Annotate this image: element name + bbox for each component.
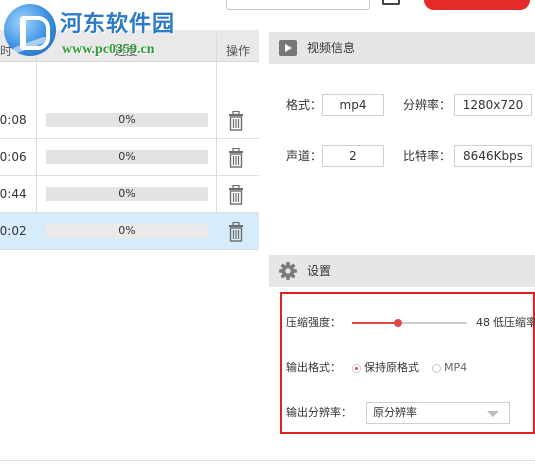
radio-keep-format[interactable] <box>352 364 361 373</box>
output-resolution-select[interactable]: 原分辨率 <box>366 402 510 424</box>
table-row[interactable]: 00:44 0% <box>0 176 259 213</box>
channels-label: 声道： <box>286 149 323 163</box>
bitrate-value: 8646Kbps <box>454 145 532 167</box>
row-time: 00:06 <box>0 150 27 164</box>
channels-value: 2 <box>322 145 384 167</box>
toolbar-icon[interactable] <box>382 0 400 5</box>
radio-mp4[interactable] <box>432 364 441 373</box>
compression-label: 压缩强度： <box>286 316 341 329</box>
progress-text: 0% <box>118 224 136 237</box>
resolution-value: 1280x720 <box>454 94 532 116</box>
table-row-selected[interactable]: 00:02 0% <box>0 213 259 250</box>
table-row[interactable]: 00:06 0% <box>0 139 259 176</box>
gear-icon <box>279 262 297 280</box>
row-time: 00:44 <box>0 187 27 201</box>
output-resolution-value: 原分辨率 <box>373 406 417 419</box>
progress-bar: 0% <box>46 150 208 164</box>
video-info-panel: 视频信息 <box>269 32 535 252</box>
output-format-label: 输出格式： <box>286 361 341 374</box>
progress-text: 0% <box>118 187 136 200</box>
video-icon <box>279 40 297 56</box>
top-search-input[interactable] <box>226 0 370 10</box>
trash-icon[interactable] <box>228 111 244 131</box>
progress-text: 0% <box>118 150 136 163</box>
compression-slider-fill <box>352 322 398 324</box>
start-button[interactable] <box>424 0 530 10</box>
trash-icon[interactable] <box>228 185 244 205</box>
compression-slider[interactable] <box>352 319 467 327</box>
watermark-title: 河东软件园 <box>60 11 176 37</box>
trash-icon[interactable] <box>228 148 244 168</box>
compression-hint: 低压缩率 <box>493 316 535 329</box>
compression-value: 48 <box>476 316 490 329</box>
settings-header: 设置 <box>269 255 535 287</box>
format-label: 格式： <box>286 98 323 112</box>
video-info-title: 视频信息 <box>307 41 356 55</box>
progress-bar: 0% <box>46 187 208 201</box>
output-resolution-label: 输出分辨率： <box>286 406 352 419</box>
row-time: 00:08 <box>0 113 27 127</box>
bitrate-label: 比特率： <box>403 149 452 163</box>
trash-icon[interactable] <box>228 222 244 242</box>
progress-text: 0% <box>118 113 136 126</box>
compression-slider-handle[interactable] <box>394 319 402 327</box>
chevron-down-icon <box>487 411 499 417</box>
settings-panel: 设置 <box>269 255 535 287</box>
radio-keep-format-label[interactable]: 保持原格式 <box>364 360 419 376</box>
table-row[interactable]: 00:08 0% <box>0 102 259 139</box>
watermark-url: www.pc0359.cn <box>62 42 155 57</box>
bottom-divider <box>0 460 535 461</box>
progress-bar: 0% <box>46 224 208 238</box>
column-header-action: 操作 <box>225 44 250 58</box>
progress-bar: 0% <box>46 113 208 127</box>
settings-title: 设置 <box>307 264 332 278</box>
radio-mp4-label[interactable]: MP4 <box>444 360 467 376</box>
video-info-header: 视频信息 <box>269 32 535 64</box>
watermark-logo-icon <box>4 4 56 56</box>
row-time: 00:02 <box>0 224 27 238</box>
resolution-label: 分辨率： <box>403 98 452 112</box>
format-value: mp4 <box>322 94 384 116</box>
